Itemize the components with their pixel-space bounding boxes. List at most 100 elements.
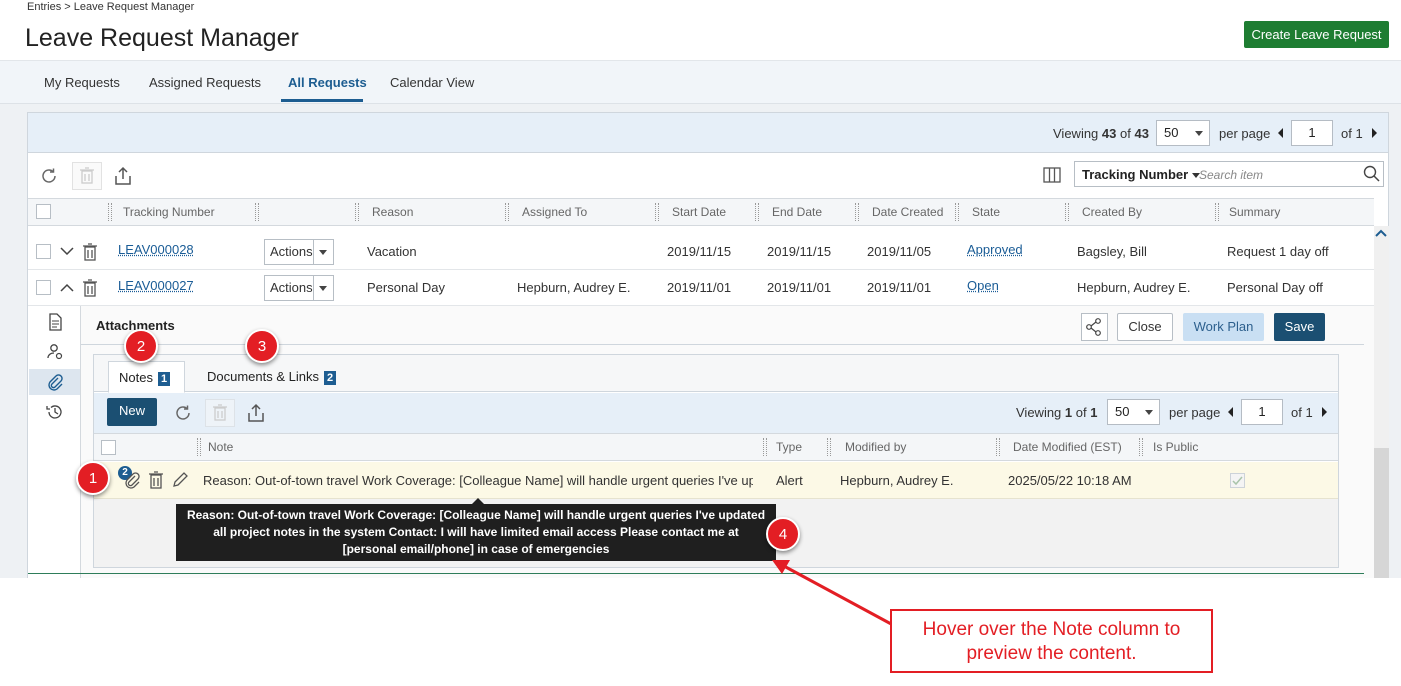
- export-icon[interactable]: [246, 403, 266, 423]
- note-tooltip: Reason: Out-of-town travel Work Coverage…: [176, 504, 776, 561]
- notes-per-page-label: per page: [1169, 405, 1221, 420]
- col-modified-by[interactable]: Modified by: [845, 440, 906, 454]
- expand-chevron-icon[interactable]: [60, 246, 74, 256]
- close-button[interactable]: Close: [1117, 313, 1173, 341]
- trash-icon[interactable]: [81, 242, 99, 262]
- collapse-chevron-icon[interactable]: [60, 283, 74, 293]
- export-icon[interactable]: [113, 166, 133, 186]
- active-tab-indicator: [281, 99, 363, 102]
- trash-icon[interactable]: [147, 470, 165, 490]
- created-by-cell: Hepburn, Audrey E.: [1077, 280, 1191, 295]
- end-date-cell: 2019/11/01: [767, 280, 832, 295]
- save-button[interactable]: Save: [1274, 313, 1325, 341]
- tab-assigned-requests[interactable]: Assigned Requests: [149, 75, 261, 90]
- annotation-marker-3: 3: [245, 329, 279, 363]
- col-date-created[interactable]: Date Created: [872, 205, 943, 219]
- refresh-icon[interactable]: [173, 403, 193, 423]
- trash-icon[interactable]: [81, 278, 99, 298]
- row-checkbox[interactable]: [36, 244, 51, 259]
- per-page-select[interactable]: 50: [1156, 120, 1210, 146]
- col-date-modified[interactable]: Date Modified (EST): [1013, 440, 1122, 454]
- share-icon[interactable]: [1081, 313, 1108, 341]
- per-page-label: per page: [1219, 126, 1271, 141]
- select-all-checkbox[interactable]: [36, 204, 51, 219]
- actions-dropdown[interactable]: Actions: [264, 275, 334, 301]
- start-date-cell: 2019/11/15: [667, 244, 732, 259]
- modified-by-cell: Hepburn, Audrey E.: [840, 473, 954, 488]
- delete-icon[interactable]: [72, 162, 102, 190]
- actions-dropdown[interactable]: Actions: [264, 239, 334, 265]
- col-state[interactable]: State: [972, 205, 1000, 219]
- col-start-date[interactable]: Start Date: [672, 205, 726, 219]
- date-created-cell: 2019/11/01: [867, 280, 932, 295]
- search-icon[interactable]: [1363, 165, 1380, 182]
- col-assigned-to[interactable]: Assigned To: [522, 205, 587, 219]
- edit-pencil-icon[interactable]: [171, 471, 189, 489]
- table-row[interactable]: LEAV000027 Actions Personal Day Hepburn,…: [28, 270, 1374, 306]
- col-created-by[interactable]: Created By: [1082, 205, 1142, 219]
- summary-cell: Request 1 day off: [1227, 244, 1329, 259]
- breadcrumb[interactable]: Entries > Leave Request Manager: [27, 1, 194, 13]
- type-cell: Alert: [776, 473, 803, 488]
- user-settings-icon[interactable]: [46, 343, 64, 361]
- detail-bottom-border: [28, 573, 1364, 574]
- viewing-text: Viewing 43 of 43: [1053, 126, 1149, 141]
- note-cell[interactable]: Reason: Out-of-town travel Work Coverage…: [203, 473, 753, 488]
- tab-my-requests[interactable]: My Requests: [44, 75, 120, 90]
- col-tracking-number[interactable]: Tracking Number: [123, 205, 215, 219]
- tab-calendar-view[interactable]: Calendar View: [390, 75, 474, 90]
- row-checkbox[interactable]: [36, 280, 51, 295]
- page-number-input[interactable]: 1: [1291, 120, 1333, 146]
- col-is-public[interactable]: Is Public: [1153, 440, 1198, 454]
- next-page-icon[interactable]: [1372, 128, 1377, 138]
- annotation-marker-4: 4: [766, 517, 800, 551]
- start-date-cell: 2019/11/01: [667, 280, 732, 295]
- reason-cell: Personal Day: [367, 280, 446, 295]
- tab-all-requests[interactable]: All Requests: [288, 75, 367, 90]
- state-link[interactable]: Approved: [967, 242, 1023, 257]
- page-count: of 1: [1341, 126, 1363, 141]
- annotation-arrow: [772, 560, 894, 627]
- prev-page-icon[interactable]: [1228, 407, 1233, 417]
- table-row[interactable]: LEAV000028 Actions Vacation 2019/11/15 2…: [28, 234, 1374, 270]
- delete-icon[interactable]: [205, 399, 235, 427]
- col-end-date[interactable]: End Date: [772, 205, 822, 219]
- history-icon[interactable]: [46, 403, 64, 421]
- annotation-marker-1: 1: [76, 461, 110, 495]
- col-summary[interactable]: Summary: [1229, 205, 1280, 219]
- scrollbar-thumb[interactable]: [1374, 448, 1389, 578]
- scroll-up-icon[interactable]: [1375, 228, 1387, 238]
- annotation-callout: Hover over the Note column to preview th…: [890, 609, 1213, 673]
- create-leave-request-button[interactable]: Create Leave Request: [1244, 21, 1389, 48]
- page-title: Leave Request Manager: [25, 24, 299, 52]
- note-row[interactable]: 2 Reason: Out-of-town travel Work Covera…: [94, 462, 1338, 499]
- state-link[interactable]: Open: [967, 278, 999, 293]
- search-field-select[interactable]: Tracking Number: [1082, 167, 1200, 182]
- new-note-button[interactable]: New: [107, 398, 157, 426]
- date-created-cell: 2019/11/05: [867, 244, 932, 259]
- columns-icon[interactable]: [1043, 166, 1061, 184]
- select-all-checkbox[interactable]: [101, 440, 116, 455]
- prev-page-icon[interactable]: [1278, 128, 1283, 138]
- paperclip-icon[interactable]: [46, 373, 64, 391]
- refresh-icon[interactable]: [39, 166, 59, 186]
- document-icon[interactable]: [46, 313, 64, 331]
- notes-page-input[interactable]: 1: [1241, 399, 1283, 425]
- is-public-checkbox[interactable]: [1230, 473, 1245, 488]
- tab-documents-links[interactable]: Documents & Links 2: [207, 369, 337, 385]
- work-plan-button[interactable]: Work Plan: [1183, 313, 1264, 341]
- notes-per-page-select[interactable]: 50: [1107, 399, 1160, 425]
- notes-page-count: of 1: [1291, 405, 1313, 420]
- col-reason[interactable]: Reason: [372, 205, 413, 219]
- notes-grid-header: Note Type Modified by Date Modified (EST…: [94, 433, 1338, 461]
- paperclip-icon[interactable]: [123, 471, 141, 489]
- summary-cell: Personal Day off: [1227, 280, 1323, 295]
- notes-tab-label: Notes 1: [119, 370, 171, 386]
- reason-cell: Vacation: [367, 244, 417, 259]
- search-input[interactable]: Search item: [1199, 168, 1263, 182]
- col-type[interactable]: Type: [776, 440, 802, 454]
- col-note[interactable]: Note: [208, 440, 233, 454]
- tracking-link[interactable]: LEAV000027: [118, 278, 194, 293]
- next-page-icon[interactable]: [1322, 407, 1327, 417]
- tracking-link[interactable]: LEAV000028: [118, 242, 194, 257]
